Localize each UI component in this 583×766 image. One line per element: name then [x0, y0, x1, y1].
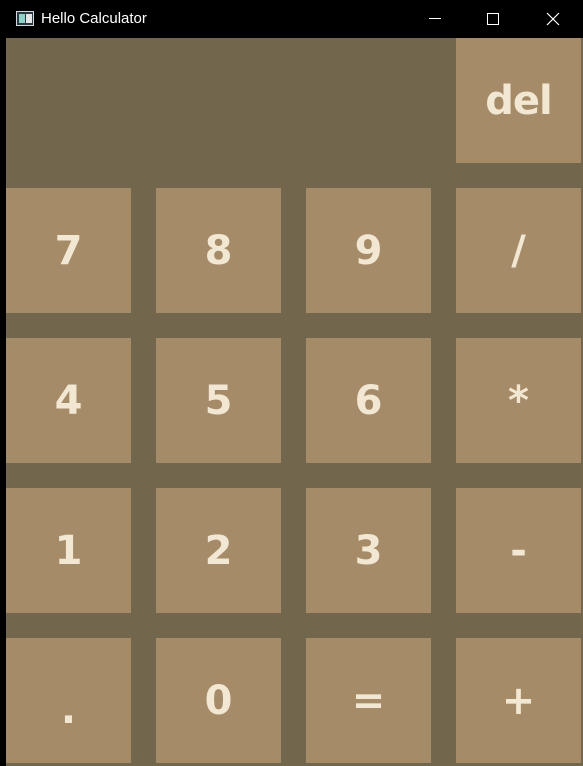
calculator-display [6, 38, 446, 163]
maximize-button[interactable] [464, 0, 522, 38]
divide-button[interactable]: / [456, 188, 581, 313]
close-icon [546, 12, 559, 26]
title-bar[interactable]: Hello Calculator [0, 0, 583, 38]
key-0-button[interactable]: 0 [156, 638, 281, 763]
equals-button[interactable]: = [306, 638, 431, 763]
key-5-button[interactable]: 5 [156, 338, 281, 463]
key-6-button[interactable]: 6 [306, 338, 431, 463]
key-1-button[interactable]: 1 [6, 488, 131, 613]
minimize-button[interactable] [406, 0, 464, 38]
delete-button[interactable]: del [456, 38, 581, 163]
app-icon [16, 11, 34, 26]
key-8-button[interactable]: 8 [156, 188, 281, 313]
minimize-icon [429, 18, 441, 19]
window-title: Hello Calculator [41, 10, 147, 27]
key-4-button[interactable]: 4 [6, 338, 131, 463]
key-7-button[interactable]: 7 [6, 188, 131, 313]
key-2-button[interactable]: 2 [156, 488, 281, 613]
calculator-body: del 7 8 9 / 4 5 6 * 1 2 3 - . 0 = + [6, 38, 583, 766]
add-button[interactable]: + [456, 638, 581, 763]
subtract-button[interactable]: - [456, 488, 581, 613]
close-button[interactable] [522, 0, 583, 38]
maximize-icon [487, 13, 499, 25]
calculator-window: Hello Calculator del 7 8 9 / 4 5 6 * 1 2… [0, 0, 583, 766]
multiply-button[interactable]: * [456, 338, 581, 463]
decimal-point-button[interactable]: . [6, 638, 131, 763]
key-9-button[interactable]: 9 [306, 188, 431, 313]
key-3-button[interactable]: 3 [306, 488, 431, 613]
